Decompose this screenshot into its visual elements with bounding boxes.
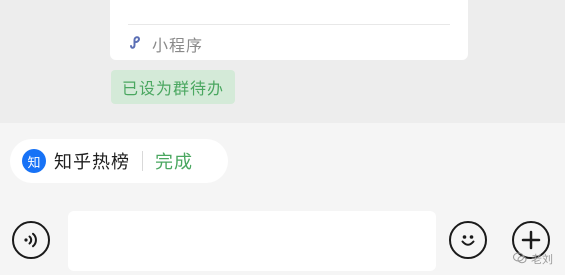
card-divider — [128, 24, 450, 25]
watermark-text: 老刘 — [531, 253, 553, 266]
pinned-title: 知乎热榜 — [54, 152, 130, 173]
mini-program-footer: 小程序 — [128, 32, 203, 56]
chip-separator — [142, 151, 143, 171]
input-bar — [0, 211, 565, 271]
wechat-logo-icon — [513, 252, 527, 267]
group-todo-tag[interactable]: 已设为群待办 — [111, 70, 236, 104]
pinned-todo-chip[interactable]: 知 知乎热榜 完成 — [10, 139, 228, 183]
chat-area: 小程序 已设为群待办 — [0, 0, 565, 123]
voice-icon[interactable] — [12, 221, 50, 259]
message-input[interactable] — [68, 211, 436, 271]
done-button[interactable]: 完成 — [155, 148, 193, 174]
bottom-panel: 知 知乎热榜 完成 老刘 — [0, 123, 565, 275]
emoji-icon[interactable] — [449, 221, 487, 259]
mini-program-card[interactable]: 小程序 — [110, 0, 468, 60]
zhihu-icon: 知 — [22, 149, 46, 173]
mini-program-icon — [128, 34, 144, 54]
mini-program-label: 小程序 — [152, 36, 204, 55]
watermark: 老刘 — [513, 251, 553, 267]
